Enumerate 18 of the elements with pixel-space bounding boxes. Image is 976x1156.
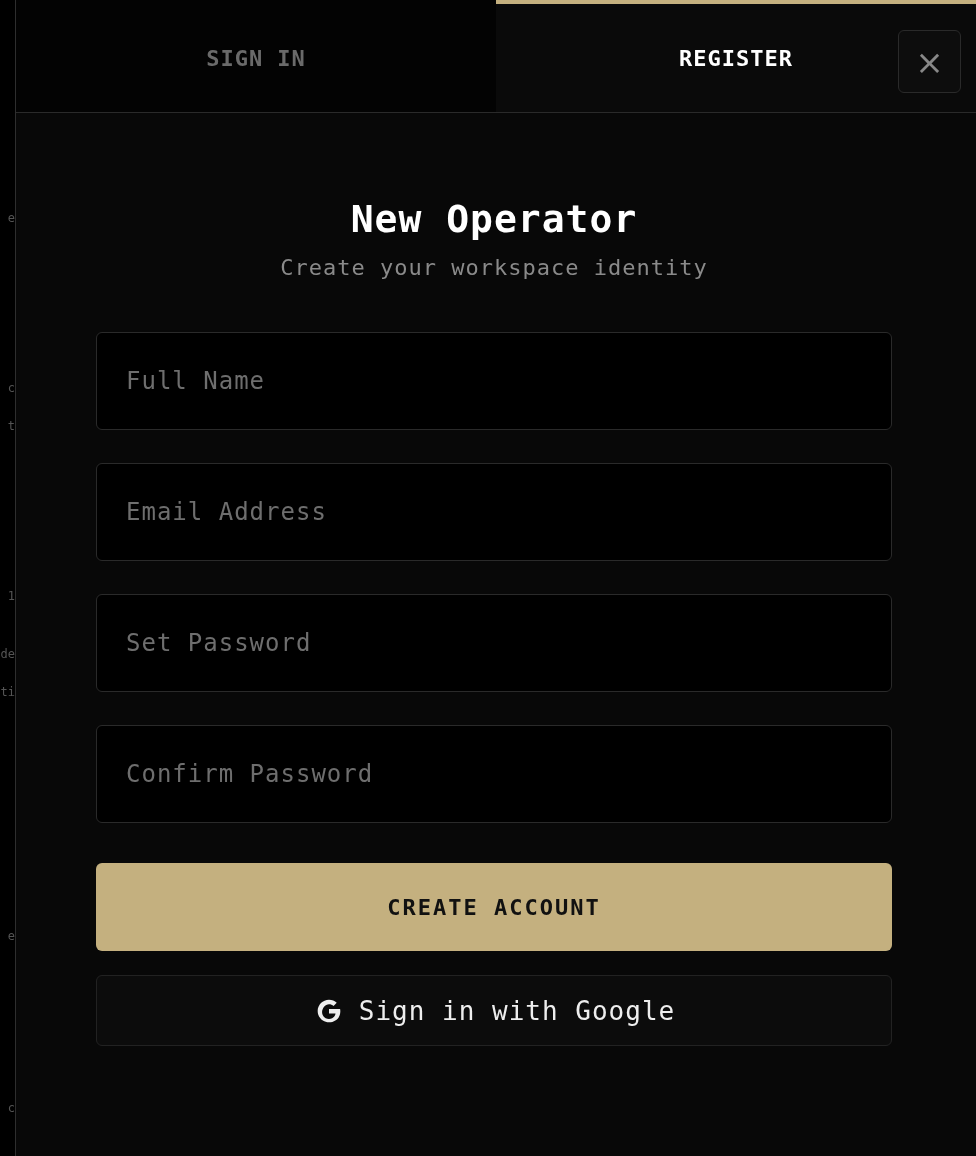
google-sign-in-button[interactable]: Sign in with Google (96, 975, 892, 1046)
background-text: 1 (7, 590, 15, 602)
input-field[interactable]: Set Password (96, 594, 892, 692)
background-text: c (7, 1102, 15, 1114)
dialog-subtitle: Create your workspace identity (279, 255, 709, 280)
background-text: e (7, 212, 15, 224)
background-text: de (0, 648, 15, 660)
input-field[interactable]: Full Name (96, 332, 892, 430)
tab[interactable]: SIGN IN (16, 0, 496, 112)
input-field[interactable]: Confirm Password (96, 725, 892, 823)
input-field[interactable]: Email Address (96, 463, 892, 561)
close-button[interactable]: × (898, 30, 961, 93)
background-text: e (7, 930, 15, 942)
background-text: t (7, 420, 15, 432)
background-text: c (7, 382, 15, 394)
background-text: ti (0, 686, 15, 698)
create-account-button[interactable]: CREATE ACCOUNT (96, 863, 892, 951)
dialog-title: New Operator (349, 197, 639, 241)
